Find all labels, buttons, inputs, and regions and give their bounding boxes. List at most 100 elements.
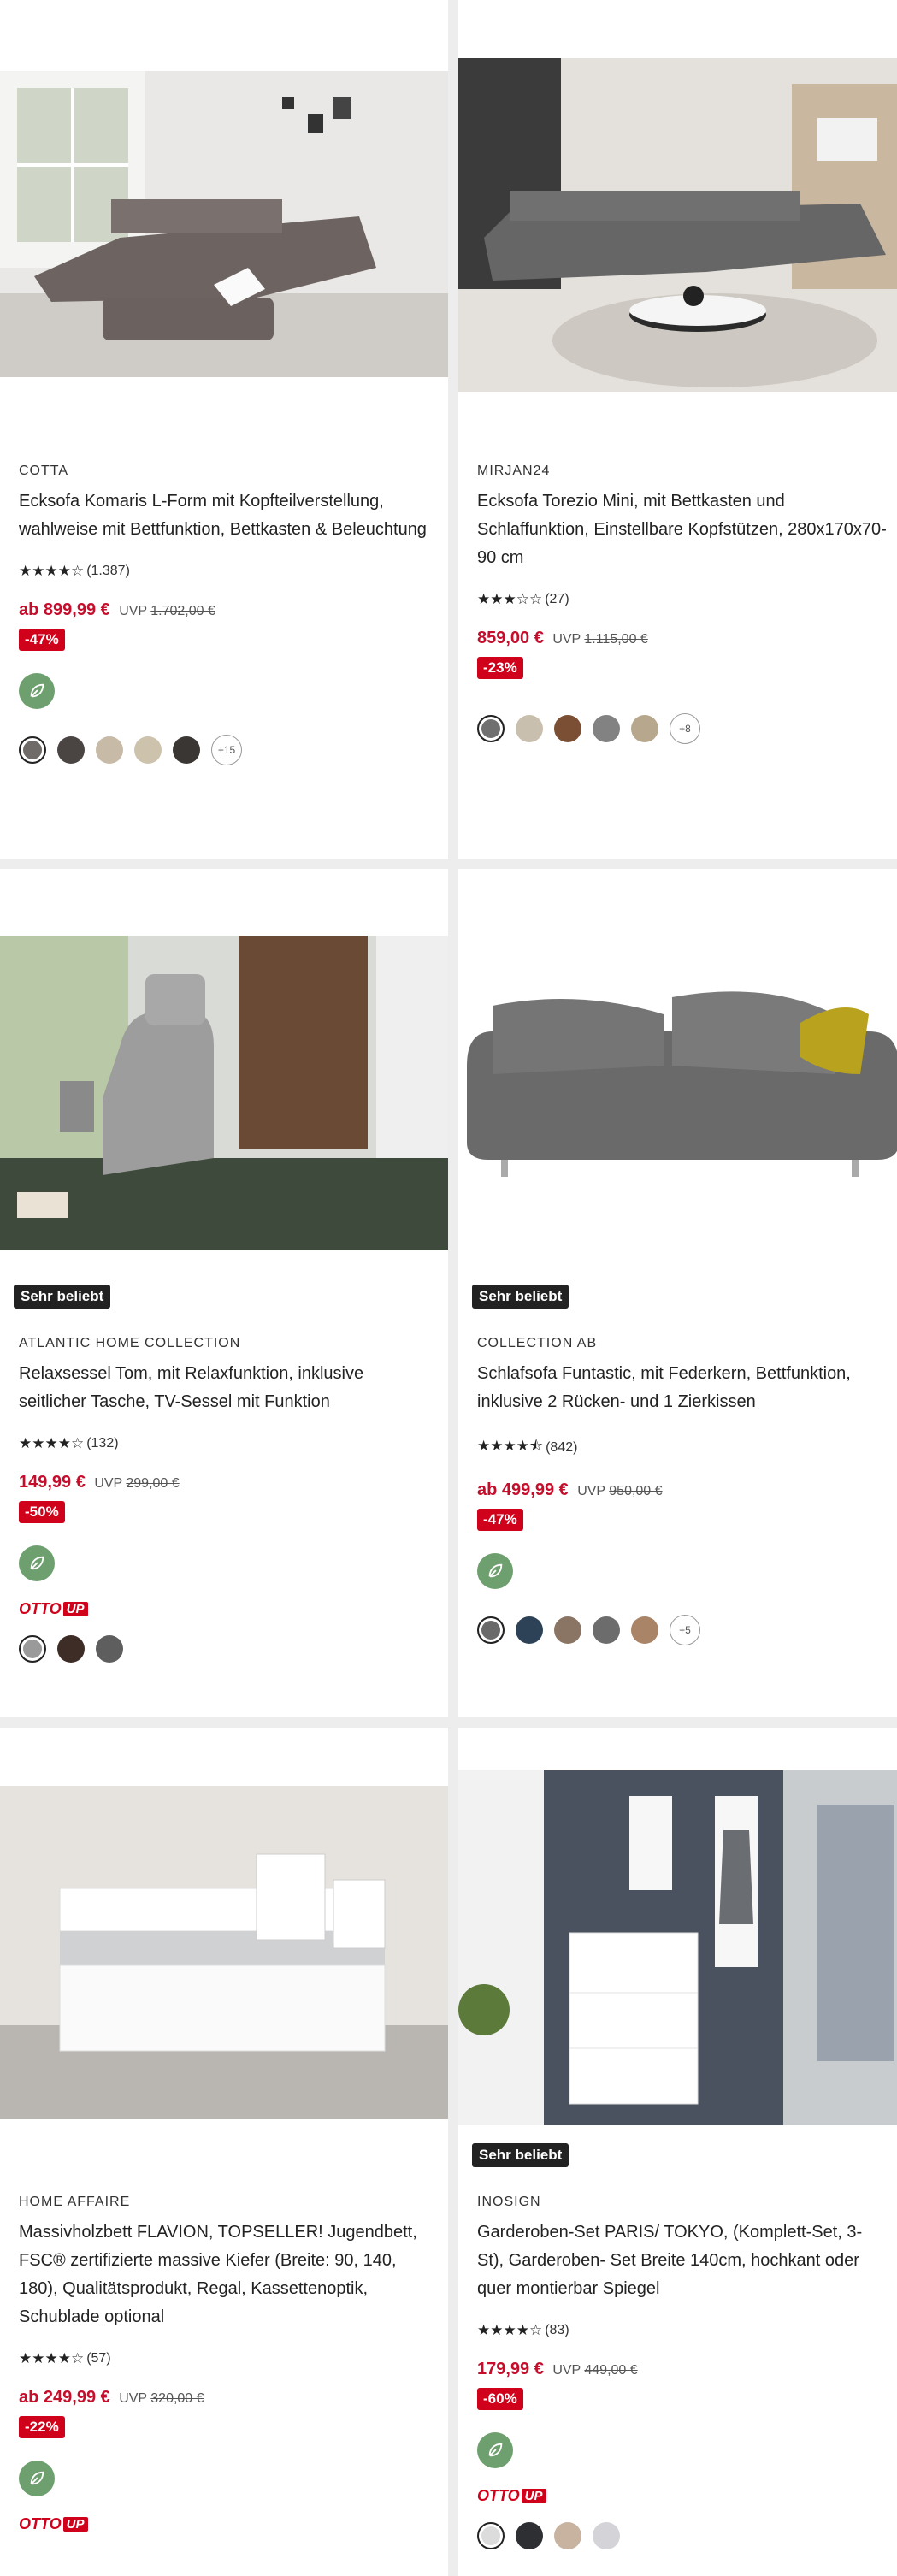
uvp-label: UVP bbox=[94, 1476, 122, 1491]
product-price: 149,99 € UVP 299,00 € bbox=[19, 1473, 429, 1492]
rating-stars: ★★★★☆ bbox=[477, 2322, 543, 2338]
product-rating: ★★★★☆ (1.387) bbox=[19, 563, 429, 580]
product-brand: COTTA bbox=[19, 464, 69, 478]
rating-count: (842) bbox=[546, 1439, 578, 1455]
color-swatch[interactable] bbox=[593, 715, 620, 742]
old-price: 1.115,00 € bbox=[584, 632, 648, 647]
product-brand: ATLANTIC HOME COLLECTION bbox=[19, 1336, 241, 1350]
old-price: 299,00 € bbox=[126, 1476, 180, 1491]
uvp-label: UVP bbox=[552, 2363, 581, 2378]
product-image[interactable] bbox=[458, 58, 897, 392]
product-image[interactable] bbox=[0, 936, 448, 1250]
color-swatch[interactable] bbox=[554, 1616, 581, 1644]
color-swatch[interactable] bbox=[516, 1616, 543, 1644]
uvp-label: UVP bbox=[577, 1484, 605, 1498]
more-colors-button[interactable]: +5 bbox=[670, 1615, 700, 1645]
color-swatch[interactable] bbox=[477, 2522, 505, 2549]
sustainability-leaf-icon[interactable] bbox=[477, 2432, 513, 2468]
rating-stars: ★★★★⯪ bbox=[477, 1438, 544, 1454]
product-title[interactable]: Relaxsessel Tom, mit Relaxfunktion, inkl… bbox=[19, 1360, 429, 1416]
product-image[interactable] bbox=[0, 71, 448, 377]
otto-up-logo: OTTO UP bbox=[19, 1600, 429, 1618]
color-swatch[interactable] bbox=[19, 1635, 46, 1663]
otto-up-tag: UP bbox=[62, 2517, 88, 2532]
rating-stars: ★★★★☆ bbox=[19, 2350, 85, 2366]
rating-count: (1.387) bbox=[86, 564, 130, 578]
product-grid: COTTA Ecksofa Komaris L-Form mit Kopftei… bbox=[0, 0, 897, 2576]
color-swatch[interactable] bbox=[57, 736, 85, 764]
product-card[interactable]: Sehr beliebt ATLANTIC HOME COLLECTION Re… bbox=[0, 869, 448, 1717]
color-swatch[interactable] bbox=[57, 1635, 85, 1663]
product-title[interactable]: Ecksofa Komaris L-Form mit Kopfteilverst… bbox=[19, 487, 429, 544]
more-colors-button[interactable]: +8 bbox=[670, 713, 700, 744]
product-brand: MIRJAN24 bbox=[477, 464, 551, 478]
uvp-label: UVP bbox=[119, 604, 147, 618]
otto-up-brand: OTTO bbox=[477, 2487, 520, 2504]
product-price: ab 249,99 € UVP 320,00 € bbox=[19, 2388, 429, 2408]
color-swatches bbox=[477, 2522, 888, 2549]
product-image[interactable] bbox=[0, 1786, 448, 2119]
old-price: 320,00 € bbox=[150, 2391, 204, 2406]
product-card[interactable]: HOME AFFAIRE Massivholzbett FLAVION, TOP… bbox=[0, 1728, 448, 2576]
color-swatches: +5 bbox=[477, 1615, 888, 1645]
color-swatch[interactable] bbox=[554, 2522, 581, 2549]
rating-stars: ★★★★☆ bbox=[19, 1435, 85, 1451]
current-price: ab 499,99 € bbox=[477, 1480, 569, 1499]
current-price: 859,00 € bbox=[477, 629, 544, 647]
discount-badge: -22% bbox=[19, 2416, 65, 2438]
sustainability-leaf-icon[interactable] bbox=[19, 673, 55, 709]
uvp-label: UVP bbox=[552, 632, 581, 647]
color-swatch[interactable] bbox=[631, 1616, 658, 1644]
product-title[interactable]: Garderoben-Set PARIS/ TOKYO, (Komplett-S… bbox=[477, 2219, 888, 2303]
color-swatch[interactable] bbox=[554, 715, 581, 742]
color-swatch[interactable] bbox=[593, 1616, 620, 1644]
product-card[interactable]: Sehr beliebt INOSIGN Garderoben-Set PARI… bbox=[458, 1728, 897, 2576]
popular-badge: Sehr beliebt bbox=[472, 1285, 569, 1309]
product-card[interactable]: MIRJAN24 Ecksofa Torezio Mini, mit Bettk… bbox=[458, 0, 897, 859]
color-swatch[interactable] bbox=[593, 2522, 620, 2549]
color-swatch[interactable] bbox=[19, 736, 46, 764]
color-swatch[interactable] bbox=[96, 1635, 123, 1663]
discount-badge: -50% bbox=[19, 1501, 65, 1523]
color-swatch[interactable] bbox=[96, 736, 123, 764]
color-swatch[interactable] bbox=[631, 715, 658, 742]
discount-badge: -47% bbox=[19, 629, 65, 651]
product-rating: ★★★☆☆ (27) bbox=[477, 591, 888, 608]
old-price: 1.702,00 € bbox=[150, 604, 215, 618]
color-swatch[interactable] bbox=[516, 2522, 543, 2549]
color-swatch[interactable] bbox=[134, 736, 162, 764]
color-swatch[interactable] bbox=[477, 1616, 505, 1644]
old-price: 950,00 € bbox=[609, 1484, 663, 1498]
sustainability-leaf-icon[interactable] bbox=[19, 2461, 55, 2496]
product-brand: INOSIGN bbox=[477, 2195, 541, 2209]
product-price: 859,00 € UVP 1.115,00 € bbox=[477, 629, 888, 648]
more-colors-button[interactable]: +15 bbox=[211, 735, 242, 765]
product-brand: HOME AFFAIRE bbox=[19, 2195, 131, 2209]
otto-up-tag: UP bbox=[62, 1602, 88, 1616]
product-image[interactable] bbox=[458, 1770, 897, 2125]
uvp-label: UVP bbox=[119, 2391, 147, 2406]
product-title[interactable]: Schlafsofa Funtastic, mit Federkern, Bet… bbox=[477, 1360, 888, 1416]
rating-count: (83) bbox=[545, 2323, 569, 2337]
otto-up-brand: OTTO bbox=[19, 1600, 62, 1617]
rating-count: (57) bbox=[86, 2351, 111, 2366]
rating-stars: ★★★★☆ bbox=[19, 563, 85, 579]
color-swatch[interactable] bbox=[477, 715, 505, 742]
color-swatch[interactable] bbox=[173, 736, 200, 764]
product-card[interactable]: COTTA Ecksofa Komaris L-Form mit Kopftei… bbox=[0, 0, 448, 859]
sustainability-leaf-icon[interactable] bbox=[477, 1553, 513, 1589]
color-swatch[interactable] bbox=[516, 715, 543, 742]
product-title[interactable]: Massivholzbett FLAVION, TOPSELLER! Jugen… bbox=[19, 2219, 429, 2331]
rating-stars: ★★★☆☆ bbox=[477, 591, 543, 607]
product-card[interactable]: Sehr beliebt COLLECTION AB Schlafsofa Fu… bbox=[458, 869, 897, 1717]
sustainability-leaf-icon[interactable] bbox=[19, 1545, 55, 1581]
product-image[interactable] bbox=[458, 954, 897, 1237]
product-title[interactable]: Ecksofa Torezio Mini, mit Bettkasten und… bbox=[477, 487, 888, 572]
discount-badge: -47% bbox=[477, 1509, 523, 1531]
current-price: 149,99 € bbox=[19, 1473, 86, 1492]
product-rating: ★★★★☆ (57) bbox=[19, 2350, 429, 2367]
popular-badge: Sehr beliebt bbox=[472, 2143, 569, 2167]
old-price: 449,00 € bbox=[584, 2363, 638, 2378]
discount-badge: -23% bbox=[477, 657, 523, 679]
product-price: 179,99 € UVP 449,00 € bbox=[477, 2360, 888, 2379]
